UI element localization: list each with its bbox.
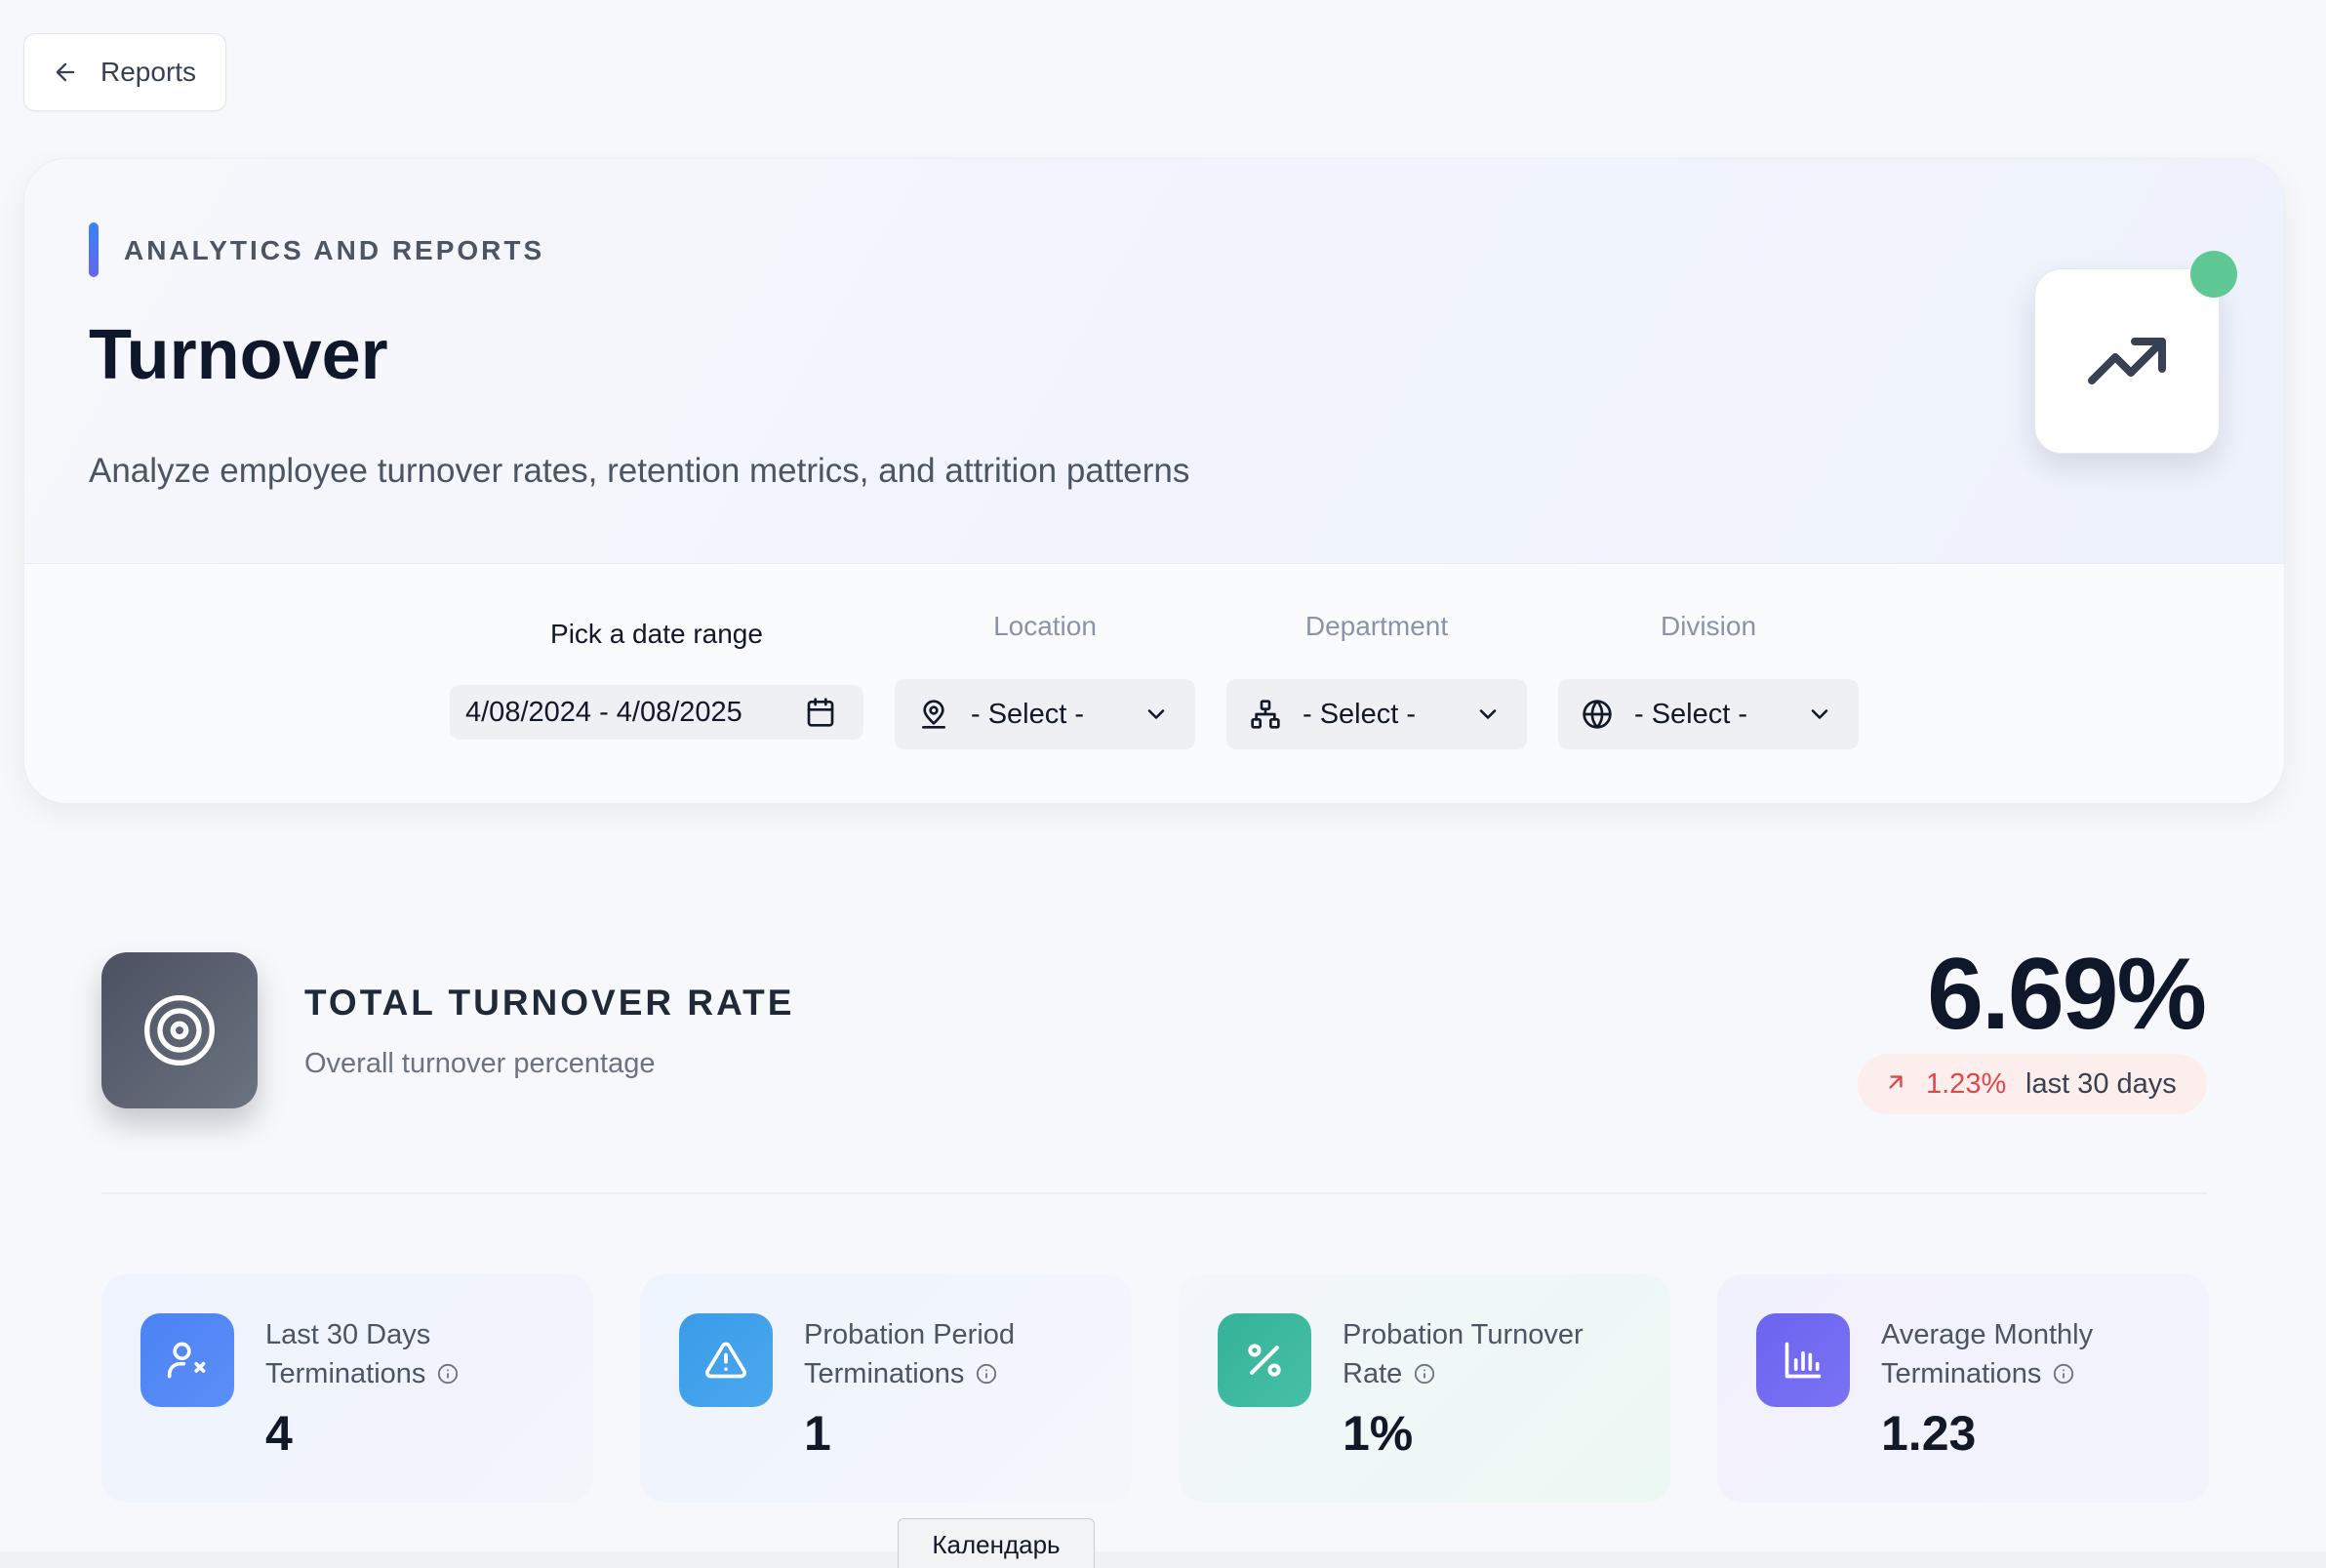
stat-card-probation-period-terminations: Probation Period Terminations 1 [640, 1274, 1132, 1503]
stat-card-last-30-days-terminations: Last 30 Days Terminations 4 [101, 1274, 593, 1503]
bar-chart-icon [1785, 1342, 1822, 1379]
info-icon[interactable] [976, 1363, 997, 1385]
stat-card-label: Average Monthly Terminations [1881, 1315, 2193, 1393]
location-select-value: - Select - [971, 699, 1085, 730]
stat-card-label-line1: Average Monthly [1881, 1319, 2094, 1350]
date-range-label: Pick a date range [550, 619, 763, 649]
department-select[interactable]: - Select - [1226, 679, 1527, 749]
info-icon[interactable] [1414, 1363, 1435, 1385]
card-icon-tile [1756, 1313, 1850, 1407]
page-bottom-edge [0, 1551, 2326, 1568]
stat-card-label-line1: Probation Turnover [1343, 1319, 1584, 1350]
kpi-trend-period: last 30 days [2025, 1068, 2177, 1100]
kpi-subtitle: Overall turnover percentage [304, 1048, 656, 1079]
chevron-down-icon [1479, 709, 1497, 719]
stat-card-label: Probation Period Terminations [804, 1315, 1116, 1393]
target-icon [144, 995, 215, 1065]
chevron-down-icon [1811, 709, 1828, 719]
header-section: ANALYTICS AND REPORTS Turnover Analyze e… [24, 159, 2284, 564]
map-pin-user-icon [922, 700, 945, 729]
stat-card-probation-turnover-rate: Probation Turnover Rate 1% [1179, 1274, 1670, 1503]
stat-card-label: Last 30 Days Terminations [265, 1315, 578, 1393]
card-icon-tile [679, 1313, 773, 1407]
stat-card-value: 1 [804, 1406, 831, 1461]
division-select-value: - Select - [1634, 699, 1748, 730]
page-subtitle: Analyze employee turnover rates, retenti… [89, 452, 1190, 490]
stat-card-label-line1: Probation Period [804, 1319, 1016, 1350]
back-button-label: Reports [100, 57, 197, 87]
date-range-value: 4/08/2024 - 4/08/2025 [465, 696, 742, 728]
stat-card-value: 4 [265, 1406, 293, 1461]
percent-icon [1248, 1344, 1281, 1377]
filter-bar: Pick a date range 4/08/2024 - 4/08/2025 … [24, 564, 2284, 803]
chevron-down-icon [1147, 709, 1165, 719]
info-icon[interactable] [2053, 1363, 2074, 1385]
stat-card-label-line2: Terminations [804, 1358, 965, 1389]
status-indicator [2190, 251, 2237, 298]
report-icon-tile [2034, 268, 2220, 454]
calendar-tooltip: Календарь [898, 1518, 1095, 1568]
stat-card-label-line2: Terminations [1881, 1358, 2042, 1389]
location-select[interactable]: - Select - [895, 679, 1195, 749]
card-icon-tile [1218, 1313, 1311, 1407]
stat-card-value: 1.23 [1881, 1406, 1977, 1461]
stat-card-label: Probation Turnover Rate [1343, 1315, 1655, 1393]
info-icon[interactable] [437, 1363, 459, 1385]
back-to-reports-button[interactable]: Reports [23, 33, 226, 111]
report-header-panel: ANALYTICS AND REPORTS Turnover Analyze e… [23, 158, 2285, 804]
department-label: Department [1304, 611, 1449, 641]
section-divider [101, 1192, 2207, 1194]
kpi-icon-tile [101, 952, 258, 1108]
trending-up-icon [2088, 338, 2166, 384]
kpi-trend-value: 1.23% [1926, 1068, 2007, 1100]
location-label: Location [993, 611, 1097, 641]
stat-card-label-line2: Terminations [265, 1358, 426, 1389]
date-range-input[interactable]: 4/08/2024 - 4/08/2025 [450, 685, 863, 740]
kpi-title: TOTAL TURNOVER RATE [304, 983, 795, 1023]
arrow-left-icon [56, 62, 75, 82]
stat-card-label-line2: Rate [1343, 1358, 1403, 1389]
stat-card-value: 1% [1343, 1406, 1414, 1461]
stat-card-average-monthly-terminations: Average Monthly Terminations 1.23 [1717, 1274, 2209, 1503]
org-chart-icon [1251, 700, 1280, 729]
user-x-icon [167, 1342, 206, 1379]
division-select[interactable]: - Select - [1558, 679, 1859, 749]
arrow-up-right-icon [1889, 1075, 1903, 1089]
calendar-icon[interactable] [805, 697, 836, 728]
division-label: Division [1660, 611, 1757, 641]
section-eyebrow: ANALYTICS AND REPORTS [124, 235, 545, 265]
department-select-value: - Select - [1303, 699, 1417, 730]
accent-bar [89, 222, 99, 277]
kpi-trend-badge: 1.23% last 30 days [1858, 1054, 2207, 1114]
kpi-value: 6.69% [1927, 938, 2207, 1051]
page-title: Turnover [89, 316, 388, 394]
card-icon-tile [140, 1313, 234, 1407]
stat-card-label-line1: Last 30 Days [265, 1319, 431, 1350]
globe-icon [1583, 700, 1612, 729]
warning-icon [705, 1342, 746, 1379]
